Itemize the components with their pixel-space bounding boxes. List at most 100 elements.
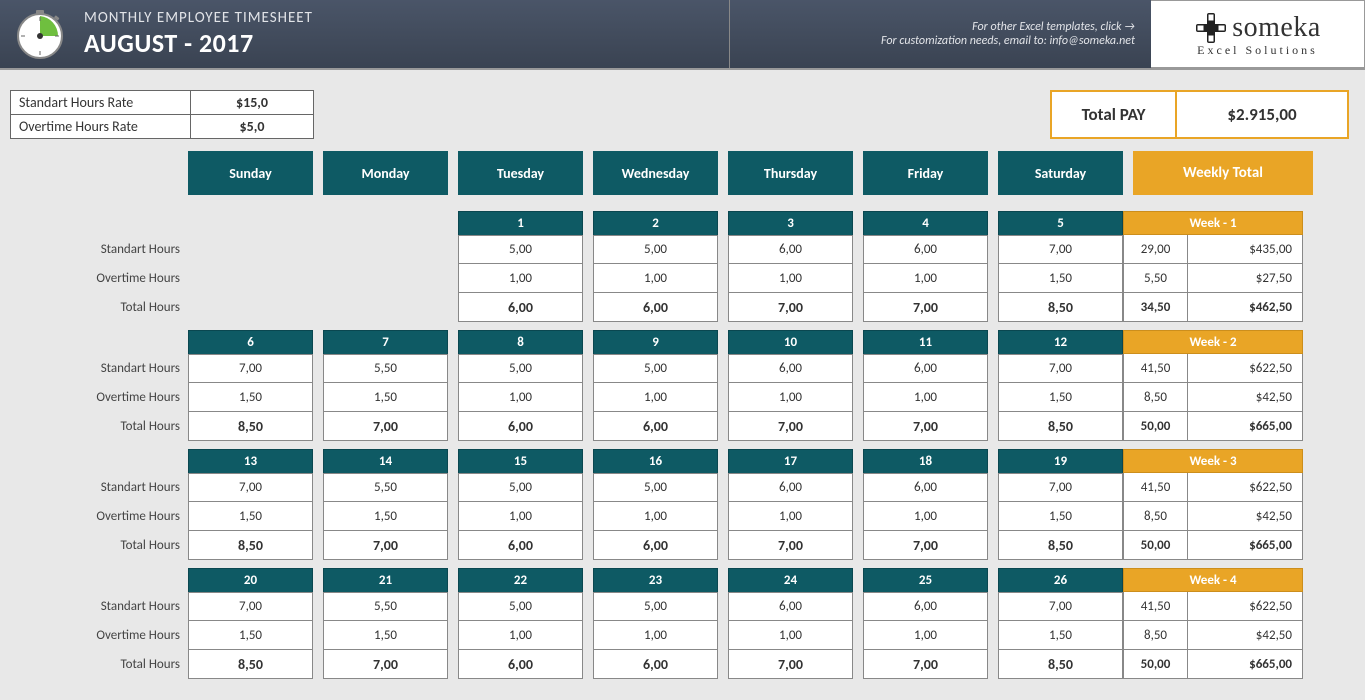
cell-ot[interactable]: 1,00 — [593, 264, 718, 293]
cell-tot[interactable]: 6,00 — [593, 650, 718, 679]
cell-ot[interactable]: 1,50 — [998, 621, 1123, 650]
cell-std[interactable]: 5,00 — [458, 592, 583, 621]
cell-std[interactable]: 5,00 — [458, 473, 583, 502]
cell-ot[interactable]: 1,50 — [998, 264, 1123, 293]
cell-std[interactable]: 5,00 — [458, 235, 583, 264]
cell-std[interactable]: 6,00 — [863, 235, 988, 264]
cell-tot[interactable]: 6,00 — [458, 412, 583, 441]
cell-std[interactable]: 6,00 — [728, 235, 853, 264]
cell-ot[interactable]: 1,50 — [323, 502, 448, 531]
cell-std[interactable]: 7,00 — [188, 473, 313, 502]
cell-tot[interactable]: 7,00 — [863, 650, 988, 679]
cell-tot[interactable]: 8,50 — [188, 531, 313, 560]
cell-tot[interactable]: 8,50 — [998, 293, 1123, 322]
day-col: 75,501,507,00 — [323, 330, 448, 441]
cell-ot[interactable]: 1,00 — [593, 621, 718, 650]
cell-ot[interactable]: 1,00 — [593, 383, 718, 412]
total-pay-value: $2.915,00 — [1177, 92, 1347, 137]
cell-std[interactable]: 5,00 — [593, 354, 718, 383]
templates-link[interactable]: For other Excel templates, click → — [972, 20, 1135, 34]
cell-ot[interactable]: 1,00 — [728, 621, 853, 650]
cell-ot[interactable]: 1,00 — [863, 383, 988, 412]
cell-ot[interactable]: 1,00 — [863, 264, 988, 293]
grid: SundayMondayTuesdayWednesdayThursdayFrid… — [0, 151, 1365, 679]
cell-std[interactable]: 5,50 — [323, 354, 448, 383]
day-number: 12 — [998, 330, 1123, 354]
day-col: 15,001,006,00 — [458, 211, 583, 322]
cell-std[interactable]: 6,00 — [863, 473, 988, 502]
week-hours: 5,50 — [1124, 264, 1188, 292]
cell-tot[interactable]: 6,00 — [458, 531, 583, 560]
cell-std[interactable]: 7,00 — [998, 473, 1123, 502]
cell-tot[interactable]: 7,00 — [728, 293, 853, 322]
cell-ot[interactable]: 1,50 — [998, 383, 1123, 412]
cell-tot[interactable]: 8,50 — [998, 412, 1123, 441]
cell-tot[interactable]: 7,00 — [728, 412, 853, 441]
cell-ot[interactable]: 1,00 — [593, 502, 718, 531]
cell-std[interactable]: 5,00 — [593, 592, 718, 621]
cell-std[interactable]: 6,00 — [863, 592, 988, 621]
cell-std[interactable]: 7,00 — [998, 354, 1123, 383]
cell-std[interactable]: 5,00 — [458, 354, 583, 383]
cell-ot[interactable]: 1,50 — [323, 383, 448, 412]
cell-tot[interactable]: 6,00 — [593, 531, 718, 560]
cell-tot[interactable]: 6,00 — [458, 650, 583, 679]
cell-ot[interactable]: 1,00 — [728, 383, 853, 412]
cell-tot[interactable]: 8,50 — [188, 650, 313, 679]
cell-ot[interactable]: 1,50 — [188, 502, 313, 531]
cell-std[interactable]: 5,50 — [323, 592, 448, 621]
day-number: 2 — [593, 211, 718, 235]
cell-std[interactable]: 6,00 — [728, 592, 853, 621]
cell-tot[interactable]: 7,00 — [863, 531, 988, 560]
cell-tot[interactable]: 7,00 — [728, 650, 853, 679]
week-total-row: 50,00$665,00 — [1123, 531, 1303, 560]
week-pay: $665,00 — [1188, 412, 1302, 440]
cell-ot[interactable]: 1,50 — [188, 621, 313, 650]
cell-std[interactable]: 5,50 — [323, 473, 448, 502]
standard-rate-value[interactable]: $15,0 — [191, 91, 313, 114]
cell-tot[interactable]: 6,00 — [593, 412, 718, 441]
cell-ot[interactable]: 1,00 — [458, 502, 583, 531]
cell-std[interactable]: 7,00 — [998, 235, 1123, 264]
cell-std[interactable]: 7,00 — [998, 592, 1123, 621]
day-number — [323, 211, 448, 235]
cell-ot[interactable]: 1,00 — [458, 383, 583, 412]
cell-tot[interactable]: 7,00 — [863, 412, 988, 441]
cell-ot[interactable]: 1,00 — [458, 621, 583, 650]
cell-ot[interactable]: 1,50 — [323, 621, 448, 650]
day-number: 25 — [863, 568, 988, 592]
cell-tot[interactable]: 8,50 — [188, 412, 313, 441]
cell-ot[interactable]: 1,00 — [863, 621, 988, 650]
cell-tot[interactable]: 7,00 — [323, 412, 448, 441]
cell-tot[interactable]: 6,00 — [593, 293, 718, 322]
row-label-total: Total Hours — [10, 412, 188, 441]
week-hours: 41,50 — [1124, 354, 1188, 382]
cell-ot[interactable]: 1,50 — [188, 383, 313, 412]
cell-tot — [323, 293, 448, 322]
week-total-header: Week - 4 — [1123, 568, 1303, 592]
cell-std[interactable]: 5,00 — [593, 235, 718, 264]
cell-tot[interactable]: 7,00 — [863, 293, 988, 322]
cell-std[interactable]: 5,00 — [593, 473, 718, 502]
row-labels: Standart HoursOvertime HoursTotal Hours — [10, 330, 188, 441]
logo-box[interactable]: someka Excel Solutions — [1151, 0, 1365, 68]
cell-std[interactable]: 6,00 — [863, 354, 988, 383]
cell-ot[interactable]: 1,00 — [728, 502, 853, 531]
cell-ot[interactable]: 1,50 — [998, 502, 1123, 531]
overtime-rate-value[interactable]: $5,0 — [191, 115, 313, 138]
cell-tot[interactable]: 7,00 — [728, 531, 853, 560]
cell-tot[interactable]: 8,50 — [998, 650, 1123, 679]
cell-std[interactable]: 7,00 — [188, 354, 313, 383]
cell-std[interactable]: 6,00 — [728, 473, 853, 502]
cell-std[interactable]: 6,00 — [728, 354, 853, 383]
cell-tot[interactable]: 8,50 — [998, 531, 1123, 560]
cell-ot — [323, 264, 448, 293]
cell-ot[interactable]: 1,00 — [458, 264, 583, 293]
cell-std[interactable]: 7,00 — [188, 592, 313, 621]
row-label-std: Standart Hours — [10, 354, 188, 383]
cell-ot[interactable]: 1,00 — [863, 502, 988, 531]
cell-tot[interactable]: 7,00 — [323, 650, 448, 679]
cell-ot[interactable]: 1,00 — [728, 264, 853, 293]
cell-tot[interactable]: 7,00 — [323, 531, 448, 560]
cell-tot[interactable]: 6,00 — [458, 293, 583, 322]
